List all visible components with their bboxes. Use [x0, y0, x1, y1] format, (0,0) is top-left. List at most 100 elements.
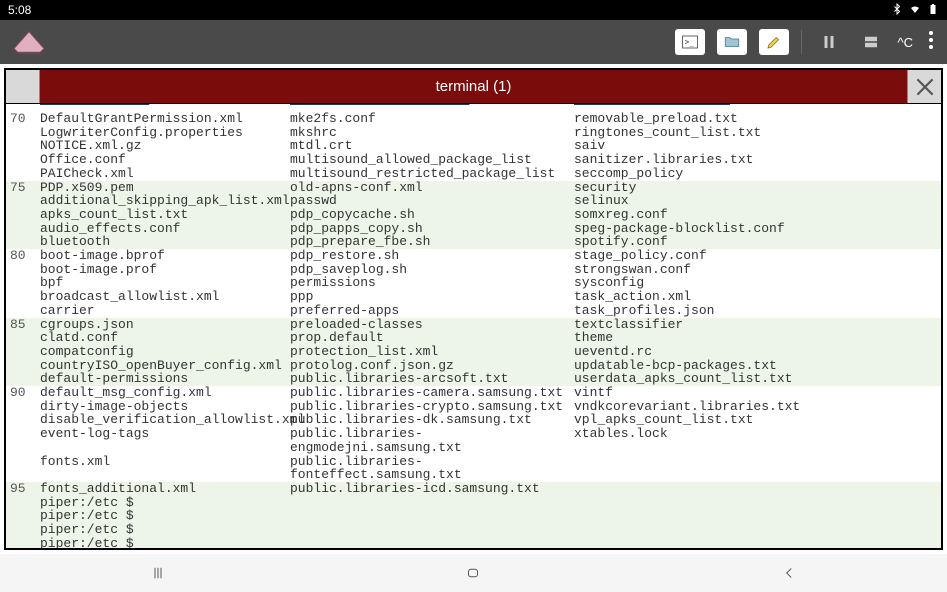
terminal-line: 95fonts_additional.xmlpublic.libraries-i…	[6, 482, 941, 496]
terminal-line: event-log-tagspublic.libraries-engmodejn…	[6, 427, 941, 454]
line-number	[6, 276, 40, 290]
status-icons	[891, 3, 939, 18]
recents-button[interactable]	[143, 563, 173, 583]
folder-button[interactable]	[717, 29, 747, 55]
line-number	[6, 455, 40, 482]
line-number	[6, 400, 40, 414]
line-number	[6, 304, 40, 318]
overflow-menu-icon[interactable]	[925, 31, 937, 54]
line-text: PDP.x509.pemold-apns-conf.xmlsecurity	[40, 181, 941, 195]
line-text: DefaultGrantPermission.xmlmke2fs.confrem…	[40, 112, 941, 126]
line-text: dirty-image-objectspublic.libraries-cryp…	[40, 400, 941, 414]
line-text: NOTICE.xml.gzmtdl.crtsaiv	[40, 139, 941, 153]
terminal-line: 70DefaultGrantPermission.xmlmke2fs.confr…	[6, 112, 941, 126]
edit-button[interactable]	[759, 29, 789, 55]
line-number	[6, 496, 40, 510]
line-number: 95	[6, 482, 40, 496]
line-number	[6, 345, 40, 359]
terminal-line: bpfpermissionssysconfig	[6, 276, 941, 290]
terminal-line: apks_count_list.txtpdp_copycache.shsomxr…	[6, 208, 941, 222]
terminal-output[interactable]: AKS_ROOT_1.crtmedia_profiles_V1_0.dtdpub…	[6, 104, 941, 548]
line-number: 85	[6, 318, 40, 332]
wifi-icon	[909, 3, 921, 18]
line-text: cgroups.jsonpreloaded-classestextclassif…	[40, 318, 941, 332]
line-text: piper:/etc $	[40, 537, 941, 548]
terminal-button[interactable]: >_	[675, 29, 705, 55]
line-text: LogwriterConfig.propertiesmkshrcringtone…	[40, 126, 941, 140]
line-number	[6, 222, 40, 236]
ctrl-c-button[interactable]: ^C	[898, 35, 914, 50]
line-number: 75	[6, 181, 40, 195]
split-button[interactable]	[856, 29, 886, 55]
line-text: bpfpermissionssysconfig	[40, 276, 941, 290]
back-button[interactable]	[774, 563, 804, 583]
line-number	[6, 167, 40, 181]
line-text: additional_skipping_apk_list.xmlpasswdse…	[40, 194, 941, 208]
line-text: AKS_ROOT_1.crtmedia_profiles_V1_0.dtdpub…	[40, 104, 941, 112]
line-text: bluetoothpdp_prepare_fbe.shspotify.conf	[40, 235, 941, 249]
terminal-line: piper:/etc $	[6, 523, 941, 537]
terminal-line: Office.confmultisound_allowed_package_li…	[6, 153, 941, 167]
tab-terminal[interactable]: terminal (1)	[40, 70, 907, 103]
line-number	[6, 509, 40, 523]
line-number	[6, 359, 40, 373]
line-number	[6, 537, 40, 548]
terminal-line: audio_effects.confpdp_papps_copy.shspeg-…	[6, 222, 941, 236]
terminal-line: LogwriterConfig.propertiesmkshrcringtone…	[6, 126, 941, 140]
tab-bar: terminal (1)	[6, 70, 941, 104]
line-text: piper:/etc $	[40, 523, 941, 537]
terminal-line: broadcast_allowlist.xmlppptask_action.xm…	[6, 290, 941, 304]
tab-corner-left[interactable]	[6, 70, 40, 103]
line-text: countryISO_openBuyer_config.xmlprotolog.…	[40, 359, 941, 373]
pause-button[interactable]	[814, 29, 844, 55]
line-number	[6, 208, 40, 222]
line-number	[6, 331, 40, 345]
status-bar: 5:08	[0, 0, 947, 20]
terminal-line: 80boot-image.bprofpdp_restore.shstage_po…	[6, 249, 941, 263]
line-number	[6, 194, 40, 208]
app-logo[interactable]	[10, 27, 48, 57]
line-text: clatd.confprop.defaulttheme	[40, 331, 941, 345]
terminal-line: piper:/etc $	[6, 509, 941, 523]
line-text: default-permissionspublic.libraries-arcs…	[40, 372, 941, 386]
line-number: 70	[6, 112, 40, 126]
terminal-line: carrierpreferred-appstask_profiles.json	[6, 304, 941, 318]
terminal-line: dirty-image-objectspublic.libraries-cryp…	[6, 400, 941, 414]
svg-text:>_: >_	[684, 37, 694, 46]
terminal-line: clatd.confprop.defaulttheme	[6, 331, 941, 345]
line-text: fonts_additional.xmlpublic.libraries-icd…	[40, 482, 941, 496]
terminal-line: additional_skipping_apk_list.xmlpasswdse…	[6, 194, 941, 208]
home-button[interactable]	[458, 563, 488, 583]
terminal-window: terminal (1) AKS_ROOT_1.crtmedia_profile…	[4, 68, 943, 550]
terminal-line: 75PDP.x509.pemold-apns-conf.xmlsecurity	[6, 181, 941, 195]
terminal-line: PAICheck.xmlmultisound_restricted_packag…	[6, 167, 941, 181]
terminal-line: boot-image.profpdp_saveplog.shstrongswan…	[6, 263, 941, 277]
terminal-line: fonts.xmlpublic.libraries-fonteffect.sam…	[6, 455, 941, 482]
line-number: 90	[6, 386, 40, 400]
line-text: boot-image.profpdp_saveplog.shstrongswan…	[40, 263, 941, 277]
line-number	[6, 235, 40, 249]
terminal-line: piper:/etc $	[6, 537, 941, 548]
app-bar: >_ ^C	[0, 20, 947, 64]
toolbar: >_ ^C	[675, 29, 938, 55]
terminal-line: bluetoothpdp_prepare_fbe.shspotify.conf	[6, 235, 941, 249]
line-number	[6, 523, 40, 537]
line-number	[6, 263, 40, 277]
terminal-line: compatconfigprotection_list.xmlueventd.r…	[6, 345, 941, 359]
line-text: Office.confmultisound_allowed_package_li…	[40, 153, 941, 167]
line-number	[6, 126, 40, 140]
tab-close-button[interactable]	[907, 70, 941, 103]
line-number	[6, 290, 40, 304]
toolbar-divider	[801, 30, 802, 54]
line-number	[6, 427, 40, 454]
line-text: default_msg_config.xmlpublic.libraries-c…	[40, 386, 941, 400]
terminal-line: NOTICE.xml.gzmtdl.crtsaiv	[6, 139, 941, 153]
terminal-line: 90default_msg_config.xmlpublic.libraries…	[6, 386, 941, 400]
line-text: broadcast_allowlist.xmlppptask_action.xm…	[40, 290, 941, 304]
line-number	[6, 372, 40, 386]
line-text: boot-image.bprofpdp_restore.shstage_poli…	[40, 249, 941, 263]
terminal-line: countryISO_openBuyer_config.xmlprotolog.…	[6, 359, 941, 373]
terminal-line: piper:/etc $	[6, 496, 941, 510]
terminal-line: AKS_ROOT_1.crtmedia_profiles_V1_0.dtdpub…	[6, 104, 941, 112]
line-text: audio_effects.confpdp_papps_copy.shspeg-…	[40, 222, 941, 236]
